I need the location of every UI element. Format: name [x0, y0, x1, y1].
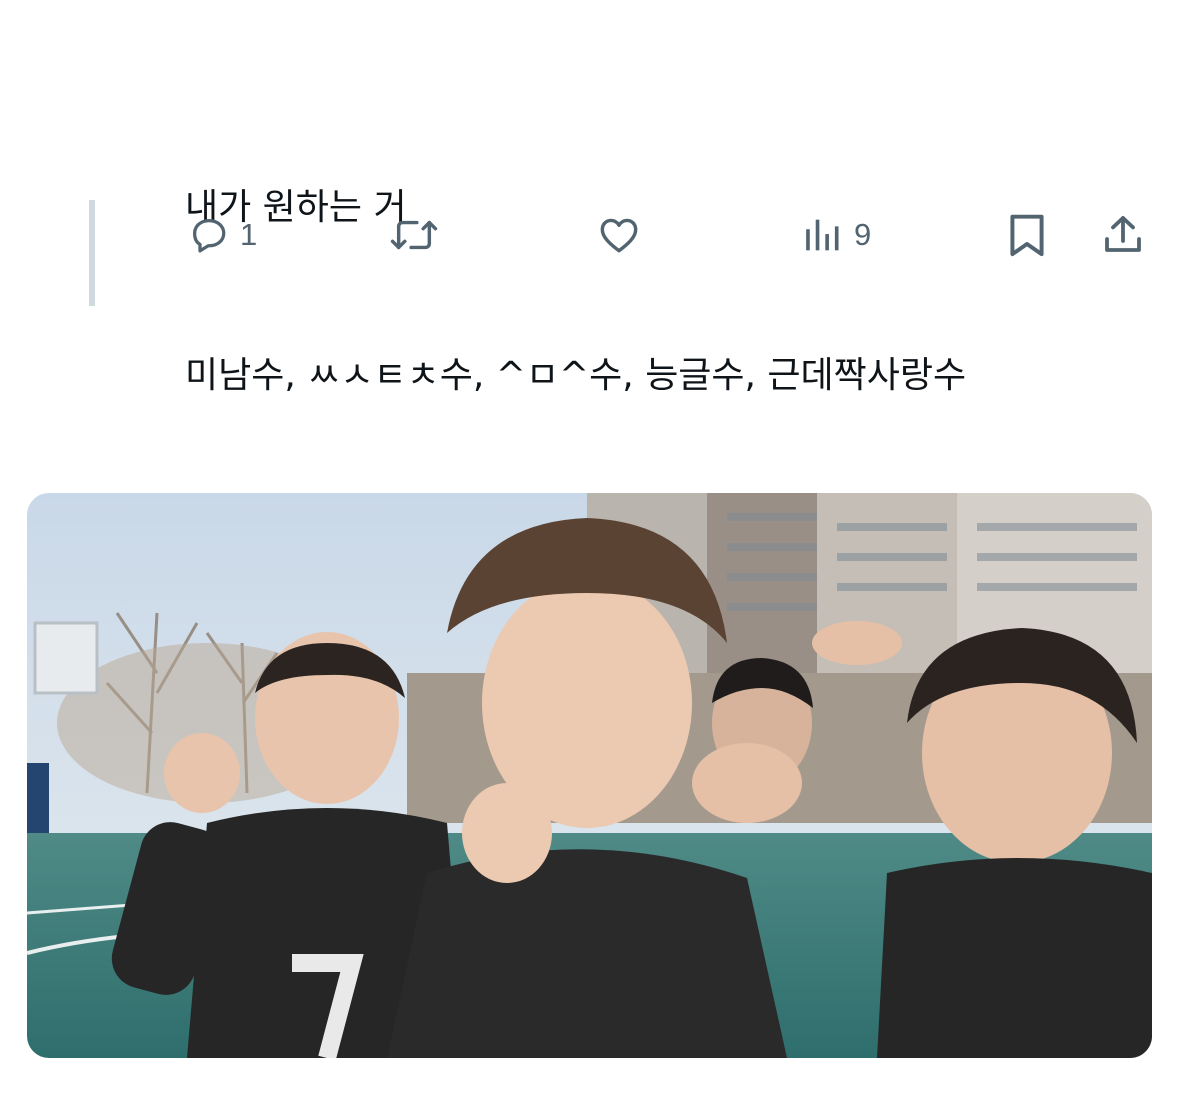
- tweet-text-line-2: 미남수, ㅆㅅㅌㅊ수, ^ㅁ^수, 능글수, 근데짝사랑수: [185, 355, 967, 396]
- reply-count: 1: [240, 217, 258, 252]
- share-button[interactable]: [1099, 200, 1147, 270]
- retweet-icon: [386, 212, 442, 258]
- attached-photo[interactable]: [27, 493, 1152, 1058]
- views-chart-icon: [800, 212, 846, 258]
- retweet-button[interactable]: [386, 200, 450, 270]
- heart-icon: [595, 212, 643, 258]
- reply-button[interactable]: 1: [186, 200, 257, 270]
- views-button[interactable]: 9: [800, 200, 871, 270]
- like-button[interactable]: [595, 200, 651, 270]
- bookmark-icon: [1006, 210, 1048, 260]
- reply-icon: [186, 212, 232, 258]
- share-icon: [1099, 211, 1147, 259]
- bookmark-button[interactable]: [1006, 200, 1048, 270]
- tweet-action-bar: 1 9: [0, 200, 1179, 270]
- photo-illustration: [27, 493, 1152, 1058]
- views-count: 9: [854, 217, 872, 252]
